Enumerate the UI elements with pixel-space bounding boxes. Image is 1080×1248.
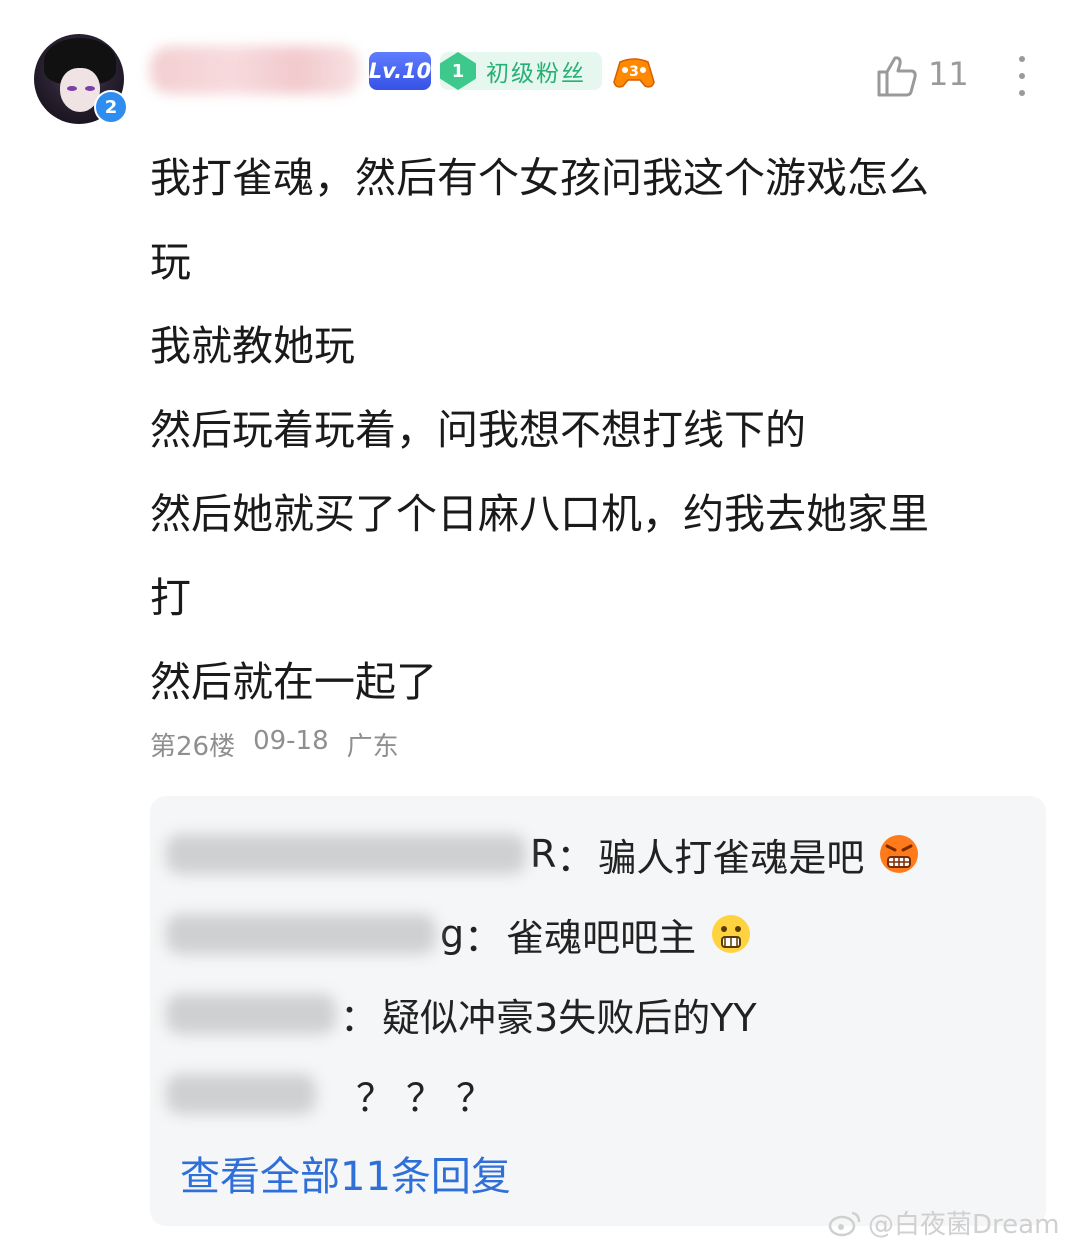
content-line: 然后玩着玩着，问我想不想打线下的 (150, 406, 806, 454)
more-options-icon[interactable] (1012, 56, 1032, 96)
fan-badge-label: 初级粉丝 (486, 61, 586, 87)
reply-username-blurred[interactable] (166, 914, 436, 954)
post-date: 09-18 (253, 726, 329, 756)
level-badge: Lv.10 (369, 52, 431, 90)
username-blurred[interactable] (150, 46, 360, 94)
reply-username-blurred[interactable] (166, 1074, 316, 1114)
reply-item[interactable]: ： 疑似冲豪3失败后的YY (166, 984, 757, 1044)
avatar-level-badge: 2 (94, 90, 128, 124)
like-count: 11 (928, 55, 969, 93)
post-content: 我打雀魂，然后有个女孩问我这个游戏怎么 玩 我就教她玩 然后玩着玩着，问我想不想… (150, 136, 1050, 724)
content-line: 我就教她玩 (150, 322, 355, 370)
reply-item[interactable]: R ： 骗人打雀魂是吧 (166, 824, 920, 884)
post-meta: 第26楼 09-18 广东 (150, 726, 399, 763)
game-badge-num: 3 (629, 64, 639, 80)
reply-username-suffix: g (440, 912, 465, 956)
fan-badge[interactable]: 1 初级粉丝 (440, 52, 602, 90)
reply-item[interactable]: ？？？ (166, 1064, 506, 1124)
surprised-emoji-icon (712, 915, 751, 953)
reply-text: ？？？ (356, 1075, 507, 1120)
avatar-eye (67, 86, 77, 91)
reply-text: 疑似冲豪3失败后的YY (382, 995, 757, 1040)
reply-text: 雀魂吧吧主 (506, 915, 697, 960)
watermark-text: @白夜菌Dream (868, 1210, 1060, 1240)
angry-emoji-icon (880, 835, 919, 873)
content-line: 我打雀魂，然后有个女孩问我这个游戏怎么 (150, 154, 929, 202)
fan-gem-icon: 1 (440, 52, 476, 90)
weibo-watermark: @白夜菌Dream (828, 1204, 1059, 1241)
gamepad-icon: 3 (613, 58, 655, 88)
reply-colon: ： (464, 915, 503, 960)
view-all-replies-link[interactable]: 查看全部11条回复 (180, 1144, 511, 1202)
weibo-logo-icon (828, 1211, 861, 1236)
post-location: 广东 (346, 732, 399, 762)
content-line: 玩 (150, 238, 191, 286)
reply-list: R ： 骗人打雀魂是吧 g ： 雀魂吧吧主 ： 疑似冲豪3失败后的YY ？？？ … (150, 796, 1046, 1226)
reply-username-blurred[interactable] (166, 834, 526, 874)
content-line: 然后她就买了个日麻八口机，约我去她家里 (150, 490, 929, 538)
reply-username-suffix: R (530, 832, 557, 876)
floor-number: 第26楼 (150, 732, 236, 762)
reply-username-blurred[interactable] (166, 994, 336, 1034)
avatar-eye (85, 86, 95, 91)
reply-text: 骗人打雀魂是吧 (598, 835, 865, 880)
reply-colon: ： (556, 835, 595, 880)
reply-colon: ： (340, 995, 379, 1040)
thumbs-up-icon[interactable] (876, 54, 918, 98)
content-line: 打 (150, 574, 191, 622)
reply-item[interactable]: g ： 雀魂吧吧主 (166, 904, 752, 964)
content-line: 然后就在一起了 (150, 658, 437, 706)
